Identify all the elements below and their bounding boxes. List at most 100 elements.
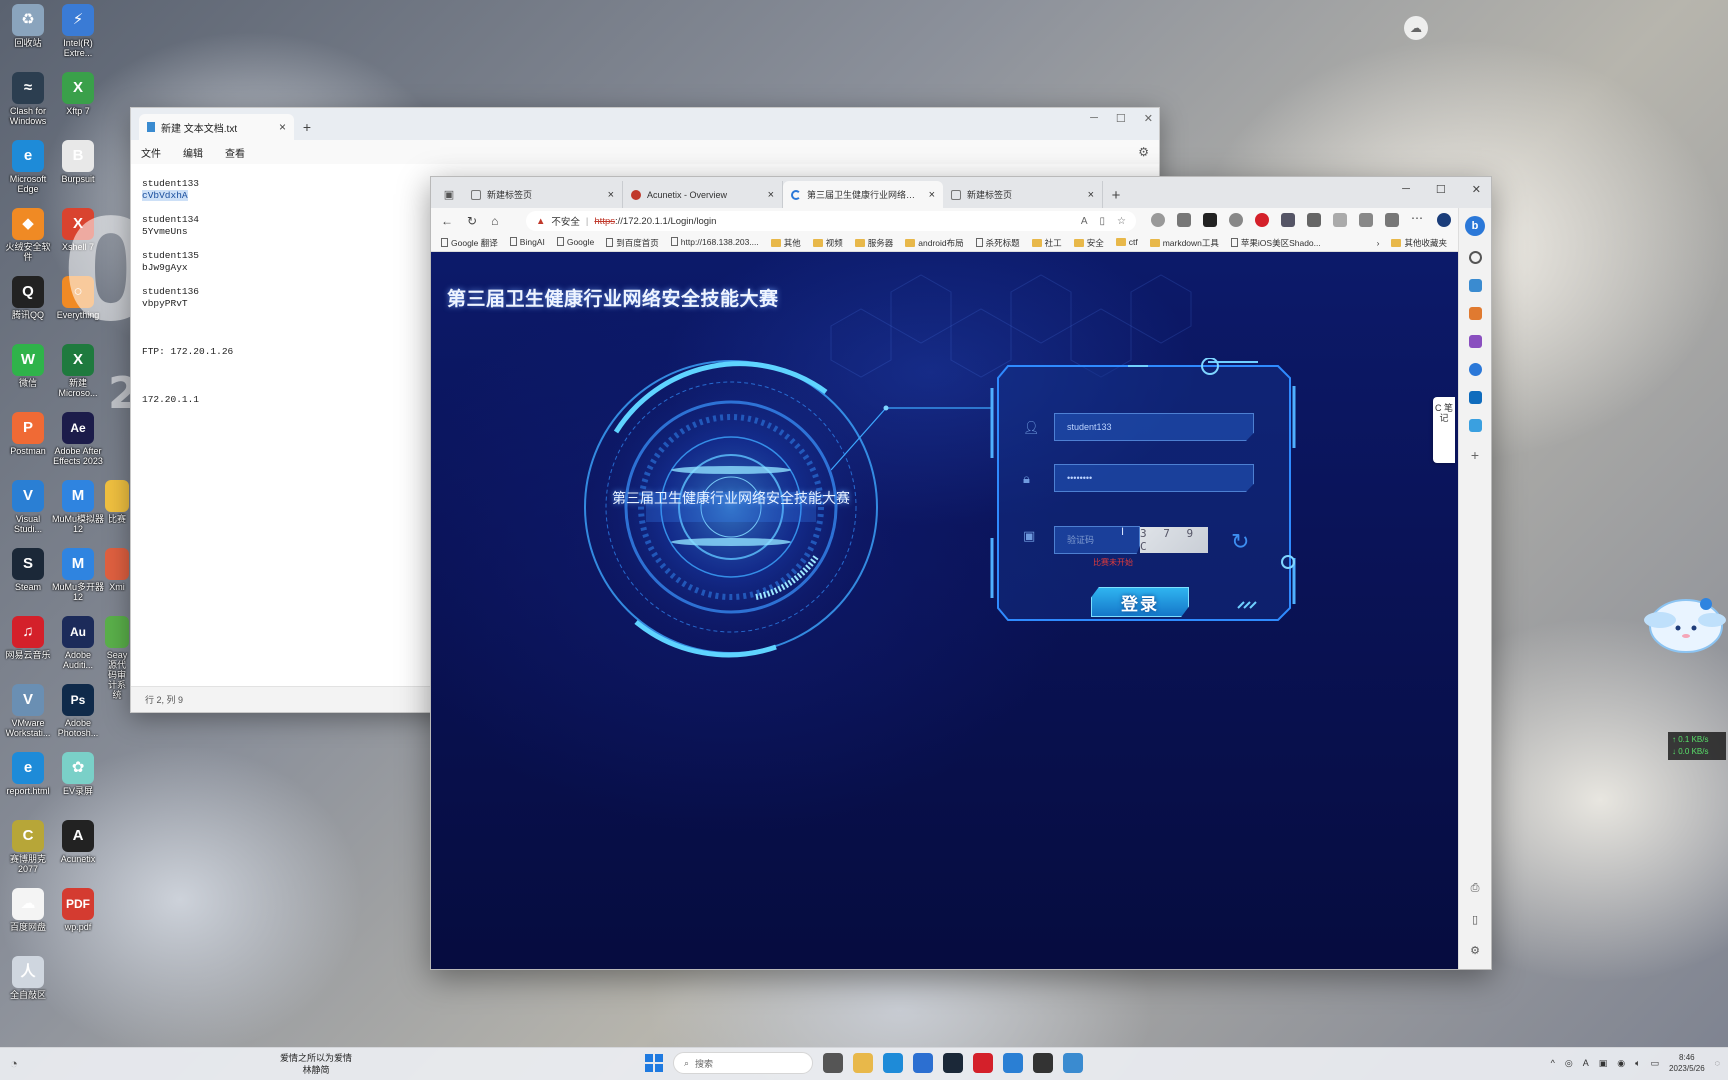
close-tab-icon[interactable]: ×: [608, 189, 614, 201]
desktop-icon-partial[interactable]: Xmi: [104, 548, 130, 592]
settings-gear-icon[interactable]: ⚙: [1138, 145, 1149, 159]
add-favorite-icon[interactable]: ☆: [1117, 216, 1126, 227]
desktop-icon[interactable]: S Steam: [2, 548, 54, 592]
close-window-button[interactable]: ✕: [1144, 112, 1153, 125]
desktop-icon-partial[interactable]: Seay源代码审计系统: [104, 616, 130, 700]
games-icon[interactable]: [1468, 335, 1482, 348]
tab-actions-icon[interactable]: ▣: [435, 180, 463, 208]
send-icon[interactable]: [1468, 419, 1482, 432]
desktop-icon[interactable]: ◆ 火绒安全软件: [2, 208, 54, 262]
extension-icon[interactable]: [1229, 213, 1243, 227]
extension-icon[interactable]: [1281, 213, 1295, 227]
battery-icon[interactable]: ▭: [1651, 1058, 1660, 1069]
desktop-icon[interactable]: W 微信: [2, 344, 54, 388]
refresh-captcha-icon[interactable]: ↻: [1231, 529, 1249, 555]
bing-copilot-icon[interactable]: b: [1465, 216, 1485, 236]
desktop-icon[interactable]: P Postman: [2, 412, 54, 456]
maximize-button[interactable]: ☐: [1116, 112, 1126, 125]
back-arrow-icon[interactable]: ←: [441, 214, 453, 228]
start-button-windows-icon[interactable]: [645, 1054, 663, 1072]
read-aloud-icon[interactable]: A: [1081, 216, 1088, 227]
shopping-tag-icon[interactable]: [1468, 279, 1482, 292]
menu-edit[interactable]: 编辑: [183, 145, 203, 160]
desktop-icon[interactable]: ♫ 网易云音乐: [2, 616, 54, 660]
toolbox-icon[interactable]: [1468, 307, 1482, 320]
bookmark-item[interactable]: Google 翻译: [441, 237, 498, 249]
taskbar-clock[interactable]: 8:46 2023/5/26: [1669, 1052, 1705, 1074]
address-bar[interactable]: ▲ 不安全 | https://172.20.1.1/Login/login A…: [526, 211, 1136, 231]
reload-icon[interactable]: ↻: [467, 214, 477, 228]
cinnamoroll-mascot-icon[interactable]: [1640, 590, 1728, 656]
edge-icon[interactable]: [883, 1053, 903, 1073]
now-playing-widget[interactable]: 爱情之所以为爱情 林静简: [280, 1052, 352, 1076]
other-favorites[interactable]: 其他收藏夹: [1391, 237, 1447, 249]
minimize-button[interactable]: ─: [1090, 112, 1098, 125]
outlook-icon[interactable]: [1468, 391, 1482, 404]
desktop-icon[interactable]: Ae Adobe After Effects 2023: [52, 412, 104, 466]
weather-widget-icon[interactable]: ◔: [10, 1056, 18, 1071]
notepad-icon[interactable]: [1063, 1053, 1083, 1073]
captcha-input[interactable]: [1054, 526, 1140, 554]
extension-icon[interactable]: [1307, 213, 1321, 227]
bookmark-item[interactable]: ctf: [1115, 237, 1138, 249]
bookmark-item[interactable]: 服务器: [854, 237, 893, 249]
notepad-titlebar[interactable]: 新建 文本文档.txt × + ─ ☐ ✕: [131, 108, 1159, 140]
favorites-icon[interactable]: [1333, 213, 1347, 227]
desktop-icon[interactable]: M MuMu多开器12: [52, 548, 104, 602]
bookmark-item[interactable]: BingAI: [509, 236, 545, 249]
desktop-icon[interactable]: Au Adobe Auditi...: [52, 616, 104, 670]
bookmark-item[interactable]: 杀死标题: [975, 237, 1020, 249]
cloud-icon[interactable]: ☁: [1404, 16, 1428, 40]
bookmark-item[interactable]: 社工: [1031, 237, 1062, 249]
desktop-icon[interactable]: A Acunetix: [52, 820, 104, 864]
captcha-image[interactable]: 3 7 9 C: [1140, 527, 1208, 553]
password-input[interactable]: [1054, 464, 1254, 492]
bookmark-item[interactable]: 安全: [1073, 237, 1104, 249]
notification-icon[interactable]: ◌: [1715, 1058, 1720, 1068]
chevron-up-icon[interactable]: ^: [1551, 1058, 1555, 1068]
volume-icon[interactable]: 🔈︎: [1635, 1058, 1640, 1069]
vscode-icon[interactable]: [1003, 1053, 1023, 1073]
bookmarks-overflow-icon[interactable]: ›: [1377, 238, 1380, 248]
task-view-icon[interactable]: [823, 1053, 843, 1073]
desktop-icon[interactable]: ♻ 回收站: [2, 4, 54, 48]
notepad-tab[interactable]: 新建 文本文档.txt ×: [139, 114, 294, 140]
menu-view[interactable]: 查看: [225, 145, 245, 160]
extension-icon[interactable]: [1203, 213, 1217, 227]
settings-gear-icon[interactable]: ⚙: [1470, 944, 1480, 957]
close-window-button[interactable]: ✕: [1472, 183, 1481, 196]
desktop-icon[interactable]: V VMware Workstati...: [2, 684, 54, 738]
more-menu-icon[interactable]: ⋯: [1411, 212, 1425, 227]
explorer-icon[interactable]: [853, 1053, 873, 1073]
close-tab-icon[interactable]: ×: [279, 120, 286, 134]
reader-view-icon[interactable]: ▯: [1100, 216, 1106, 227]
notes-side-tab[interactable]: C 笔 记: [1433, 397, 1455, 463]
bookmark-item[interactable]: http://168.138.203....: [670, 236, 759, 249]
tray-app-icon[interactable]: ▣: [1599, 1058, 1608, 1069]
wifi-icon[interactable]: ◉: [1617, 1058, 1625, 1069]
login-button[interactable]: 登录: [1091, 587, 1189, 617]
collections-icon[interactable]: [1359, 213, 1373, 227]
desktop-icon[interactable]: C 赛博朋克 2077: [2, 820, 54, 874]
new-tab-button[interactable]: +: [294, 114, 320, 140]
desktop-icon[interactable]: ⚡ Intel(R) Extre...: [52, 4, 104, 58]
sidebar-toggle-icon[interactable]: ▯: [1472, 913, 1478, 926]
desktop-icon[interactable]: 人全自敲区: [2, 956, 54, 1000]
search-icon[interactable]: [1468, 251, 1482, 264]
desktop-icon[interactable]: B Burpsuit: [52, 140, 104, 184]
desktop-icon[interactable]: e Microsoft Edge: [2, 140, 54, 194]
extension-icon[interactable]: [1255, 213, 1269, 227]
extension-icon[interactable]: [1151, 213, 1165, 227]
bookmark-item[interactable]: 视频: [812, 237, 843, 249]
tray-app-icon[interactable]: ◎: [1565, 1058, 1573, 1069]
desktop-icon[interactable]: V Visual Studi...: [2, 480, 54, 534]
desktop-icon-partial[interactable]: 比赛: [104, 480, 130, 524]
profile-avatar[interactable]: [1437, 213, 1451, 227]
browser-tab[interactable]: 新建标签页 ×: [943, 181, 1103, 208]
store-icon[interactable]: [913, 1053, 933, 1073]
close-tab-icon[interactable]: ×: [1088, 189, 1094, 201]
desktop-icon[interactable]: Q 腾讯QQ: [2, 276, 54, 320]
cat-app-icon[interactable]: [943, 1053, 963, 1073]
browser-tab[interactable]: 新建标签页 ×: [463, 181, 623, 208]
bookmark-item[interactable]: Google: [556, 236, 594, 249]
